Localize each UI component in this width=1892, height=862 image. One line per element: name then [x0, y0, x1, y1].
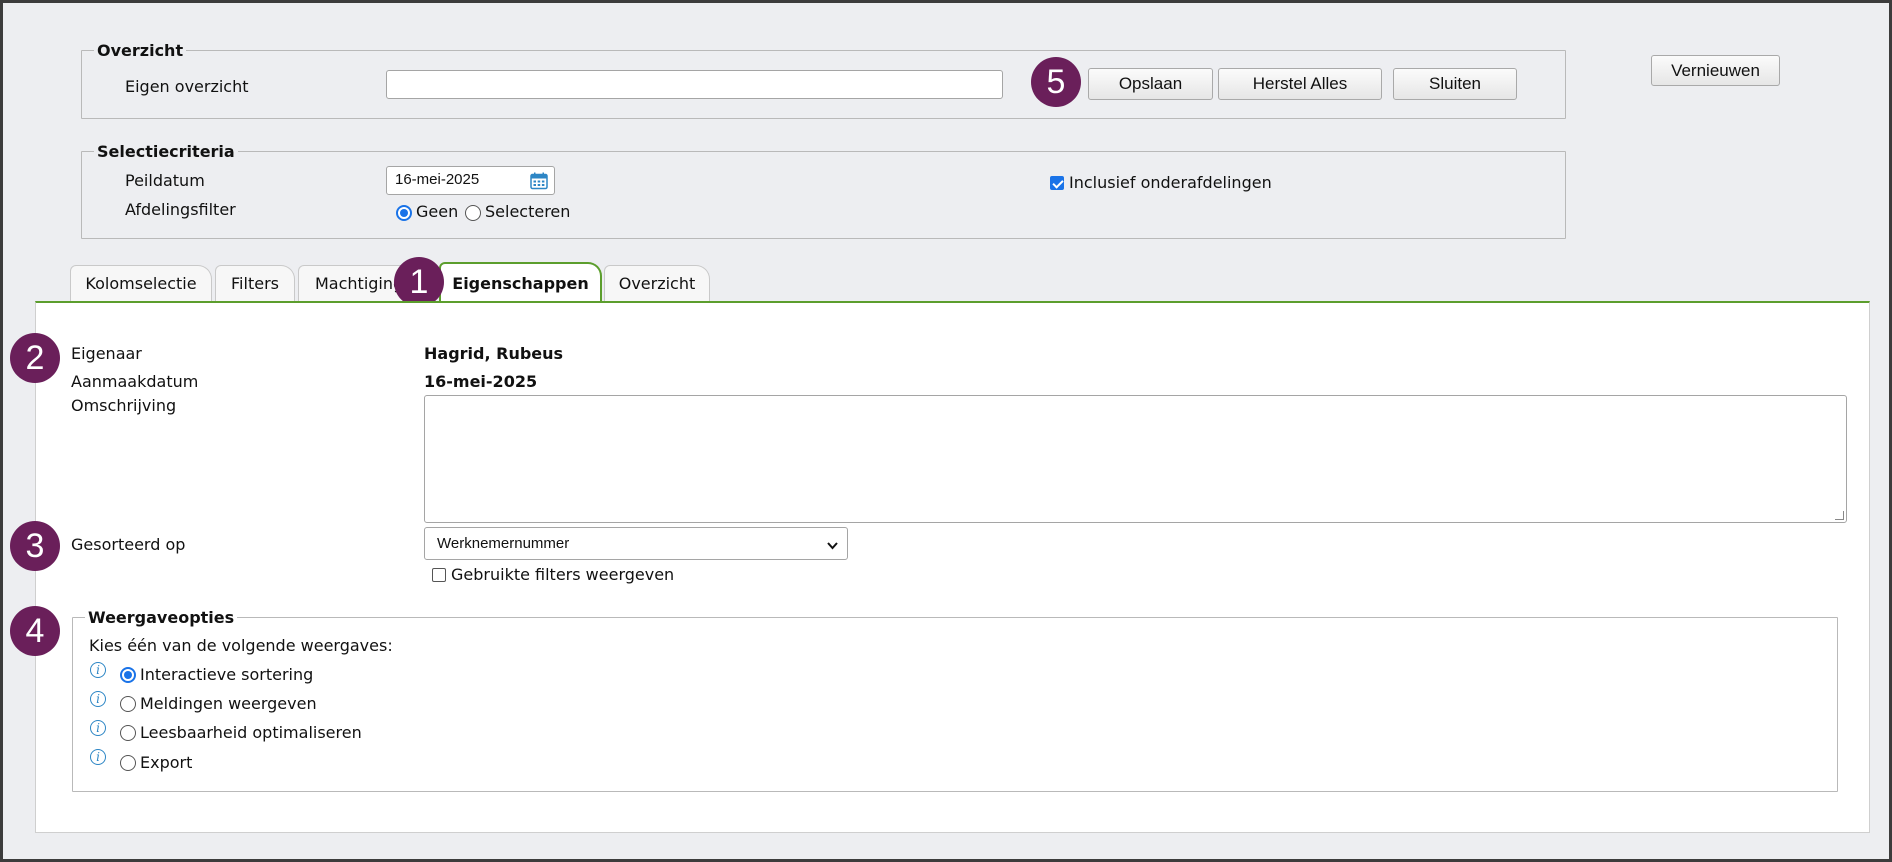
weergave-interactieve-sortering-radio[interactable] — [120, 667, 136, 683]
weergave-meldingen-label: Meldingen weergeven — [140, 694, 317, 713]
callout-badge-1: 1 — [394, 257, 444, 307]
omschrijving-textarea[interactable] — [424, 395, 1847, 523]
afdelingsfilter-selecteren-radio[interactable] — [465, 205, 481, 221]
resize-grip-icon[interactable] — [1835, 511, 1844, 520]
tab-filters[interactable]: Filters — [215, 265, 295, 301]
afdelingsfilter-geen-label: Geen — [416, 202, 459, 221]
peildatum-label: Peildatum — [125, 171, 205, 190]
weergave-export-label: Export — [140, 753, 193, 772]
aanmaakdatum-value: 16-mei-2025 — [424, 372, 538, 391]
herstel-alles-button[interactable]: Herstel Alles — [1218, 68, 1382, 100]
overzicht-legend: Overzicht — [97, 41, 184, 60]
tab-eigenschappen[interactable]: Eigenschappen — [439, 262, 602, 302]
afdelingsfilter-geen-radio[interactable] — [396, 205, 412, 221]
weergave-export-radio[interactable] — [120, 755, 136, 771]
weergave-meldingen-radio[interactable] — [120, 696, 136, 712]
chevron-down-icon — [826, 537, 839, 556]
weergave-interactieve-sortering-label: Interactieve sortering — [140, 665, 314, 684]
peildatum-value: 16-mei-2025 — [395, 171, 480, 188]
weergaveopties-intro: Kies één van de volgende weergaves: — [89, 636, 393, 655]
callout-badge-3: 3 — [10, 521, 60, 571]
callout-badge-4: 4 — [10, 606, 60, 656]
eigenaar-value: Hagrid, Rubeus — [424, 344, 564, 363]
selectiecriteria-legend: Selectiecriteria — [97, 142, 235, 161]
gesorteerd-op-label: Gesorteerd op — [71, 535, 186, 554]
peildatum-field[interactable]: 16-mei-2025 — [386, 166, 555, 195]
gebruikte-filters-label: Gebruikte filters weergeven — [451, 565, 675, 584]
callout-badge-2: 2 — [10, 333, 60, 383]
eigenaar-label: Eigenaar — [71, 344, 142, 363]
weergaveopties-legend: Weergaveopties — [88, 608, 235, 627]
inclusief-onderafdelingen-label: Inclusief onderafdelingen — [1069, 173, 1272, 192]
eigen-overzicht-label: Eigen overzicht — [125, 77, 249, 96]
weergave-leesbaarheid-radio[interactable] — [120, 725, 136, 741]
tab-overzicht[interactable]: Overzicht — [604, 265, 710, 301]
calendar-icon[interactable] — [530, 172, 548, 194]
app-frame: Overzicht Eigen overzicht 5 Opslaan Hers… — [0, 0, 1892, 862]
info-icon[interactable]: i — [90, 662, 106, 678]
selectiecriteria-fieldset: Selectiecriteria — [81, 142, 1566, 239]
gebruikte-filters-checkbox[interactable] — [432, 568, 446, 582]
info-icon[interactable]: i — [90, 691, 106, 707]
gesorteerd-op-value: Werknemernummer — [437, 535, 570, 552]
opslaan-button[interactable]: Opslaan — [1088, 68, 1213, 100]
vernieuwen-button[interactable]: Vernieuwen — [1651, 55, 1780, 86]
aanmaakdatum-label: Aanmaakdatum — [71, 372, 199, 391]
omschrijving-label: Omschrijving — [71, 396, 177, 415]
afdelingsfilter-label: Afdelingsfilter — [125, 200, 236, 219]
gesorteerd-op-select[interactable]: Werknemernummer — [424, 527, 848, 560]
weergave-leesbaarheid-label: Leesbaarheid optimaliseren — [140, 723, 362, 742]
eigen-overzicht-input[interactable] — [386, 70, 1003, 99]
callout-badge-5: 5 — [1031, 57, 1081, 107]
afdelingsfilter-selecteren-label: Selecteren — [485, 202, 571, 221]
sluiten-button[interactable]: Sluiten — [1393, 68, 1517, 100]
tab-kolomselectie[interactable]: Kolomselectie — [70, 265, 212, 301]
info-icon[interactable]: i — [90, 749, 106, 765]
inclusief-onderafdelingen-checkbox[interactable] — [1050, 176, 1064, 190]
info-icon[interactable]: i — [90, 720, 106, 736]
